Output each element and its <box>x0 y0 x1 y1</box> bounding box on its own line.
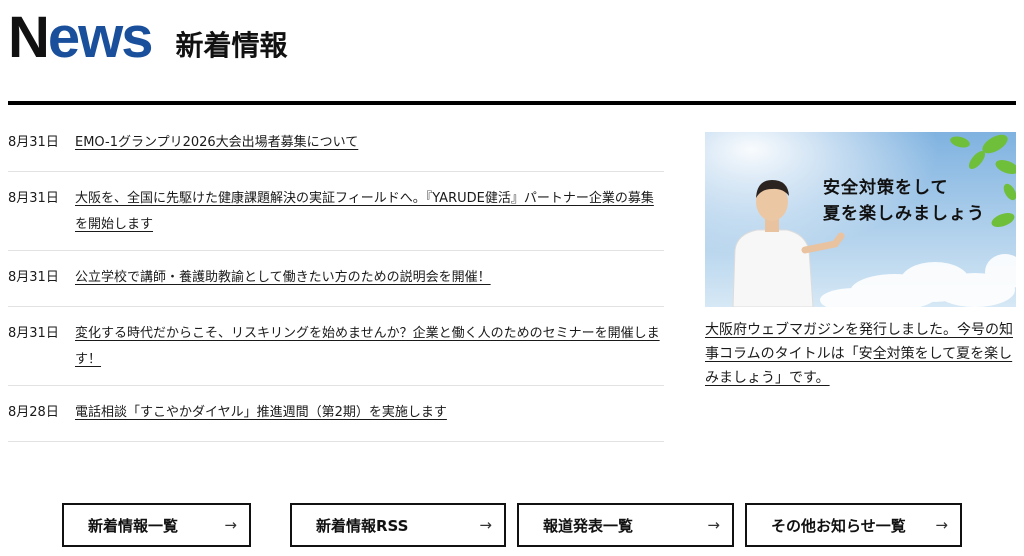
news-link[interactable]: EMO-1グランプリ2026大会出場者募集について <box>75 130 358 171</box>
button-label: その他お知らせ一覧 <box>771 516 906 535</box>
news-link[interactable]: 変化する時代だからこそ、リスキリングを始めませんか？企業と働く人のためのセミナー… <box>75 321 664 385</box>
page-header: News 新着情報 <box>8 8 288 68</box>
news-rss-button[interactable]: 新着情報RSS → <box>290 503 506 547</box>
arrow-right-icon: → <box>224 516 237 534</box>
news-date: 8月28日 <box>8 405 59 420</box>
logo-letters-ews: ews <box>47 5 154 70</box>
news-item: 8月31日 公立学校で講師・養護助教諭として働きたい方のための説明会を開催！ <box>8 251 664 307</box>
news-date: 8月31日 <box>8 191 59 206</box>
news-date: 8月31日 <box>8 135 59 150</box>
news-item: 8月28日 電話相談「すこやかダイヤル」推進週間（第2期）を実施します <box>8 386 664 442</box>
banner-caption-link[interactable]: 大阪府ウェブマガジンを発行しました。今号の知事コラムのタイトルは「安全対策をして… <box>705 318 1016 390</box>
logo-letter-n: N <box>8 5 50 70</box>
button-label: 新着情報一覧 <box>88 516 179 535</box>
other-notices-list-button[interactable]: その他お知らせ一覧 → <box>745 503 962 547</box>
news-link[interactable]: 大阪を、全国に先駆けた健康課題解決の実証フィールドへ。『YARUDE健活』パート… <box>75 186 664 250</box>
button-label: 新着情報RSS <box>316 516 409 535</box>
news-link[interactable]: 公立学校で講師・養護助教諭として働きたい方のための説明会を開催！ <box>75 265 491 306</box>
arrow-right-icon: → <box>479 516 492 534</box>
news-item: 8月31日 変化する時代だからこそ、リスキリングを始めませんか？企業と働く人のた… <box>8 307 664 386</box>
press-release-list-button[interactable]: 報道発表一覧 → <box>517 503 734 547</box>
news-item: 8月31日 EMO-1グランプリ2026大会出場者募集について <box>8 115 664 172</box>
header-divider <box>8 101 1016 105</box>
button-label: 報道発表一覧 <box>543 516 634 535</box>
magazine-banner[interactable]: 安全対策をして 夏を楽しみましょう <box>705 132 1016 307</box>
news-date: 8月31日 <box>8 326 59 341</box>
news-list-button[interactable]: 新着情報一覧 → <box>62 503 251 547</box>
arrow-right-icon: → <box>707 516 720 534</box>
news-list: 8月31日 EMO-1グランプリ2026大会出場者募集について 8月31日 大阪… <box>8 115 664 442</box>
news-link[interactable]: 電話相談「すこやかダイヤル」推進週間（第2期）を実施します <box>75 400 447 441</box>
news-date: 8月31日 <box>8 270 59 285</box>
page-title: 新着情報 <box>175 29 288 62</box>
banner-line-2: 夏を楽しみましょう <box>823 204 985 224</box>
arrow-right-icon: → <box>935 516 948 534</box>
banner-headline: 安全対策をして 夏を楽しみましょう <box>823 175 985 227</box>
banner-line-1: 安全対策をして <box>823 178 949 198</box>
news-item: 8月31日 大阪を、全国に先駆けた健康課題解決の実証フィールドへ。『YARUDE… <box>8 172 664 251</box>
news-logo: News <box>8 5 154 70</box>
